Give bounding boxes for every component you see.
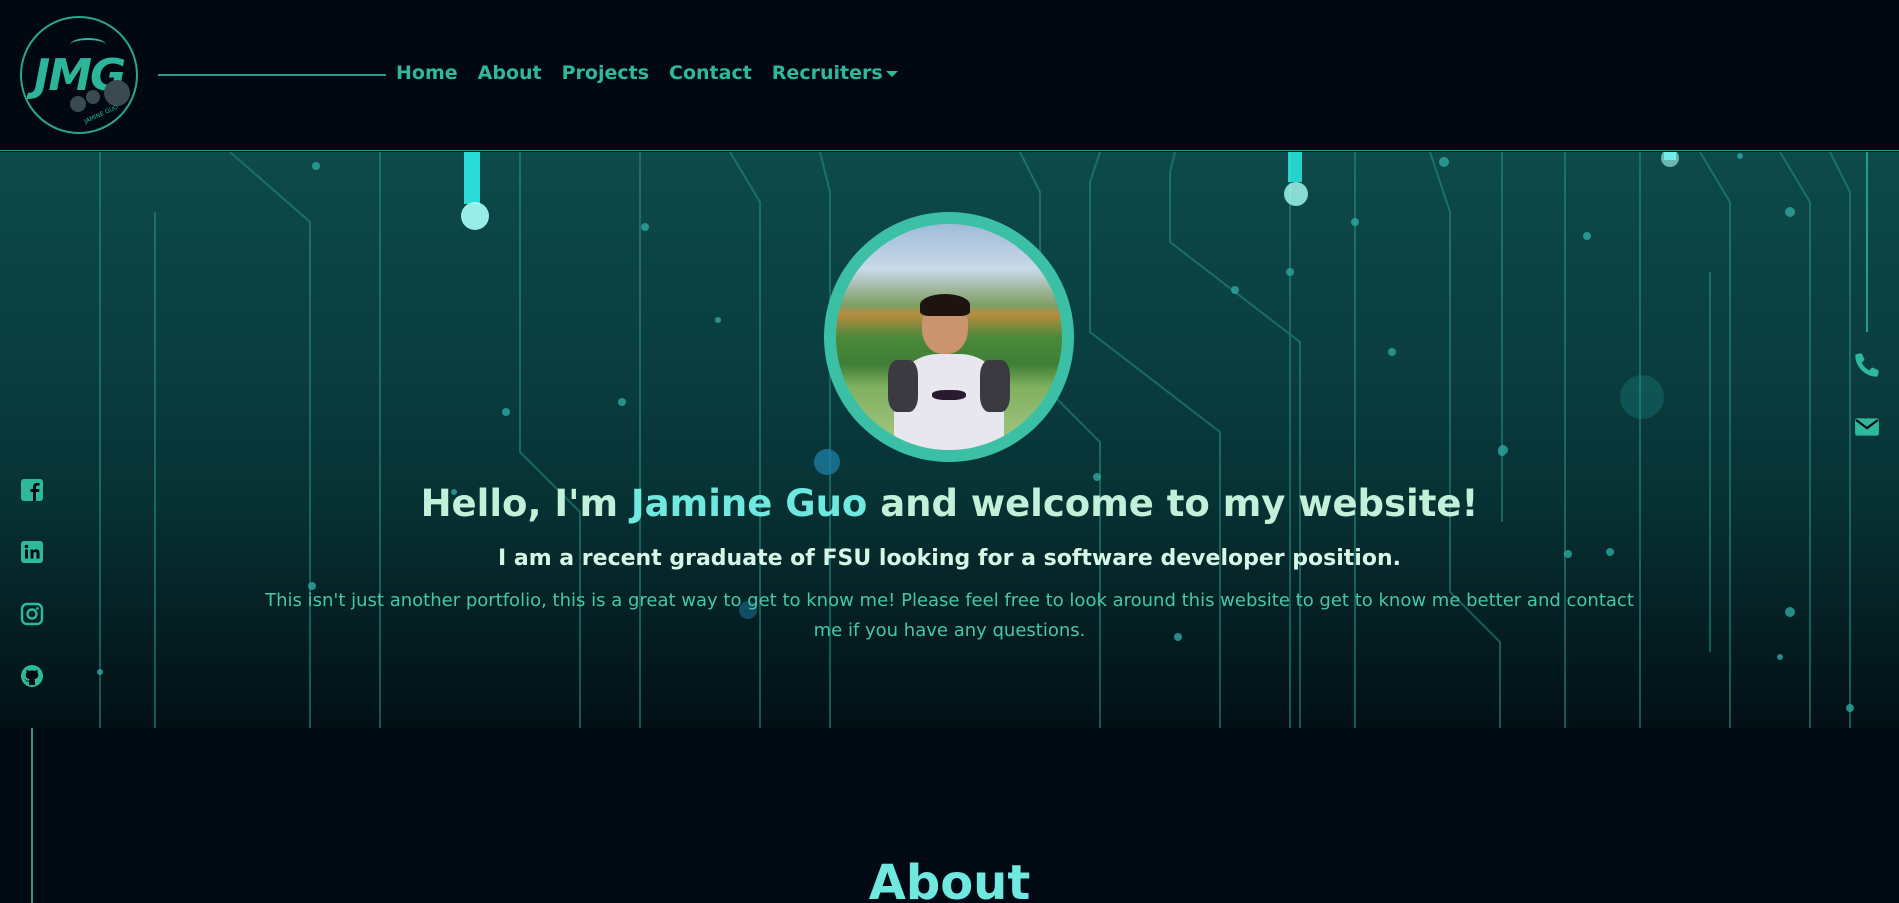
hero-subtitle: I am a recent graduate of FSU looking fo… [498, 546, 1401, 571]
nav-about[interactable]: About [478, 62, 542, 84]
logo-dot [86, 90, 100, 104]
nav-recruiters-dropdown[interactable]: Recruiters [772, 62, 898, 84]
profile-photo [836, 224, 1062, 450]
envelope-icon[interactable] [1854, 414, 1880, 440]
about-section-title: About [868, 855, 1031, 903]
site-logo[interactable]: JMG JAMINE GUO [20, 16, 138, 134]
hero-name: Jamine Guo [630, 482, 868, 525]
logo-dot [70, 96, 86, 112]
hero-greeting-prefix: Hello, I'm [420, 482, 631, 525]
facebook-icon[interactable] [20, 478, 44, 502]
hero-section: Hello, I'm Jamine Guo and welcome to my … [0, 152, 1899, 728]
nav-home[interactable]: Home [396, 62, 458, 84]
photo-shirt-logo [932, 390, 966, 400]
hero-greeting-suffix: and welcome to my website! [867, 482, 1479, 525]
nav-links: Home About Projects Contact Recruiters [396, 62, 898, 84]
photo-person-sleeve [888, 360, 918, 412]
instagram-icon[interactable] [20, 602, 44, 626]
hero-description: This isn't just another portfolio, this … [265, 590, 1634, 641]
logo-subtext: JAMINE GUO [83, 103, 120, 126]
hero-title: Hello, I'm Jamine Guo and welcome to my … [0, 482, 1899, 525]
linkedin-icon[interactable] [20, 540, 44, 564]
nav-divider-line [158, 74, 386, 76]
right-vertical-line [1866, 152, 1868, 332]
chevron-down-icon [885, 70, 898, 77]
photo-person-hair [920, 294, 970, 316]
nav-projects[interactable]: Projects [562, 62, 649, 84]
phone-icon[interactable] [1854, 352, 1880, 378]
navbar: JMG JAMINE GUO Home About Projects Conta… [0, 0, 1899, 151]
logo-dot [104, 80, 130, 106]
profile-photo-ring [824, 212, 1074, 462]
nav-recruiters-label: Recruiters [771, 62, 883, 84]
logo-arrow-decoration [70, 38, 106, 52]
photo-person-sleeve [980, 360, 1010, 412]
nav-contact[interactable]: Contact [669, 62, 752, 84]
github-icon[interactable] [20, 664, 44, 688]
